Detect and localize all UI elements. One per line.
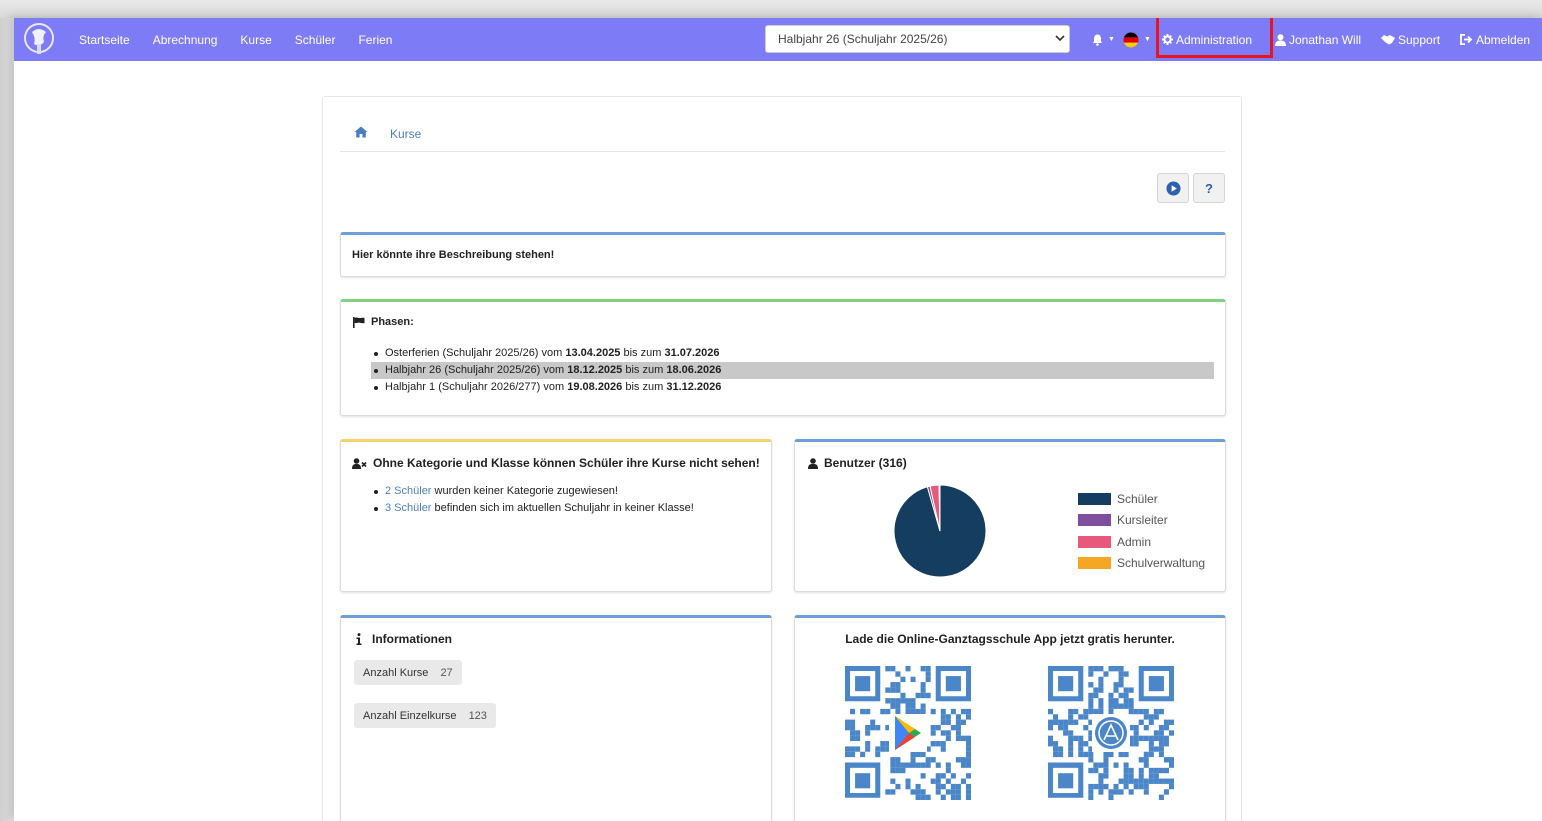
warning-item: 2 Schüler wurden keiner Kategorie zugewi… (371, 483, 761, 500)
browser-viewport: Startseite Abrechnung Kurse Schüler Feri… (14, 18, 1542, 821)
breadcrumb: Kurse (340, 122, 1225, 152)
phase-item: Osterferien (Schuljahr 2025/26) vom 13.0… (371, 345, 1214, 362)
top-navbar: Startseite Abrechnung Kurse Schüler Feri… (14, 18, 1542, 61)
phases-card: Phasen: Osterferien (Schuljahr 2025/26) … (340, 299, 1226, 416)
language-menu[interactable]: ▼ (1123, 18, 1151, 61)
legend-swatch (1078, 557, 1111, 570)
nav-abrechnung[interactable]: Abrechnung (153, 33, 218, 47)
main-nav: Startseite Abrechnung Kurse Schüler Feri… (79, 18, 415, 61)
description-card: Hier könnte ihre Beschreibung stehen! (340, 232, 1226, 277)
main-panel: Kurse ? Hier könnte ihre Beschreibung st… (322, 96, 1242, 821)
legend-swatch (1078, 535, 1111, 548)
warning-title: Ohne Kategorie und Klasse können Schüler… (373, 456, 760, 470)
window-top-edge (0, 0, 1542, 18)
german-flag-icon (1123, 32, 1139, 47)
app-download-title: Lade die Online-Ganztagsschule App jetzt… (845, 632, 1175, 646)
user-menu[interactable]: Jonathan Will (1275, 18, 1361, 61)
school-logo[interactable] (22, 22, 56, 56)
help-button[interactable]: ? (1193, 173, 1225, 203)
info-card: Informationen Anzahl Kurse 27 Anzahl Einz… (340, 615, 772, 821)
no-class-link[interactable]: 3 Schüler (385, 502, 431, 514)
notifications-menu[interactable]: ▼ (1092, 18, 1115, 61)
support-link[interactable]: Support (1381, 18, 1440, 61)
legend-item-admin: Admin (1078, 531, 1205, 553)
legend-swatch (1078, 492, 1111, 505)
users-card: Benutzer (316) Schüler Kursleiter Admin (794, 439, 1226, 592)
legend-item-schueler: Schüler (1078, 488, 1205, 510)
single-courses-count-badge: Anzahl Einzelkurse 123 (354, 703, 496, 728)
warning-item: 3 Schüler befinden sich im aktuellen Sch… (371, 500, 761, 517)
phase-item: Halbjahr 1 (Schuljahr 2026/277) vom 19.0… (371, 379, 1214, 396)
bell-icon (1092, 34, 1103, 46)
play-tutorial-button[interactable] (1157, 173, 1189, 203)
user-icon (1275, 33, 1286, 46)
home-icon[interactable] (354, 125, 368, 143)
nav-kurse[interactable]: Kurse (240, 33, 271, 47)
nav-startseite[interactable]: Startseite (79, 33, 130, 47)
caret-down-icon: ▼ (1108, 36, 1115, 43)
phases-title-row: Phasen: (353, 316, 414, 328)
flag-icon (353, 316, 365, 328)
user-times-icon (352, 457, 367, 469)
administration-label: Administration (1176, 32, 1253, 47)
info-title: Informationen (372, 632, 452, 646)
phases-title: Phasen: (371, 316, 414, 328)
app-download-card: Lade die Online-Ganztagsschule App jetzt… (794, 615, 1226, 821)
info-title-row: Informationen (356, 632, 452, 646)
phase-item-active: Halbjahr 26 (Schuljahr 2025/26) vom 18.1… (371, 362, 1214, 379)
play-circle-icon (1165, 180, 1181, 196)
google-play-qr-code[interactable] (845, 666, 971, 800)
users-pie-chart (894, 485, 986, 577)
logout-label: Abmelden (1476, 32, 1531, 47)
period-select-value: Halbjahr 26 (Schuljahr 2025/26) (778, 32, 948, 46)
breadcrumb-kurse[interactable]: Kurse (390, 127, 421, 141)
warning-card: Ohne Kategorie und Klasse können Schüler… (340, 439, 772, 592)
support-label: Support (1398, 32, 1441, 47)
logout-link[interactable]: Abmelden (1460, 18, 1530, 61)
legend-swatch (1078, 514, 1111, 527)
phases-list: Osterferien (Schuljahr 2025/26) vom 13.0… (371, 345, 1214, 396)
description-text: Hier könnte ihre Beschreibung stehen! (352, 249, 555, 261)
info-icon (356, 633, 362, 645)
user-name: Jonathan Will (1289, 32, 1362, 47)
warning-list: 2 Schüler wurden keiner Kategorie zugewi… (371, 483, 761, 517)
users-title-row: Benutzer (316) (808, 456, 907, 470)
warning-title-row: Ohne Kategorie und Klasse können Schüler… (352, 456, 760, 470)
administration-link[interactable]: Administration (1162, 18, 1252, 61)
chevron-down-icon (1051, 33, 1069, 45)
window-left-edge (0, 18, 14, 821)
legend-item-kursleiter: Kursleiter (1078, 510, 1205, 532)
sign-out-icon (1460, 34, 1473, 45)
handshake-icon (1381, 35, 1395, 45)
courses-count-badge: Anzahl Kurse 27 (354, 660, 462, 685)
user-icon (808, 457, 818, 469)
legend-item-schulverwaltung: Schulverwaltung (1078, 553, 1205, 575)
app-store-qr-code[interactable] (1048, 666, 1174, 800)
unassigned-category-link[interactable]: 2 Schüler (385, 485, 431, 497)
users-title: Benutzer (316) (824, 456, 907, 470)
nav-ferien[interactable]: Ferien (358, 33, 392, 47)
users-legend: Schüler Kursleiter Admin Schulverwaltung (1078, 488, 1205, 574)
gear-icon (1162, 34, 1173, 45)
nav-schueler[interactable]: Schüler (295, 33, 336, 47)
caret-down-icon: ▼ (1144, 36, 1151, 43)
period-select[interactable]: Halbjahr 26 (Schuljahr 2025/26) (765, 25, 1070, 53)
